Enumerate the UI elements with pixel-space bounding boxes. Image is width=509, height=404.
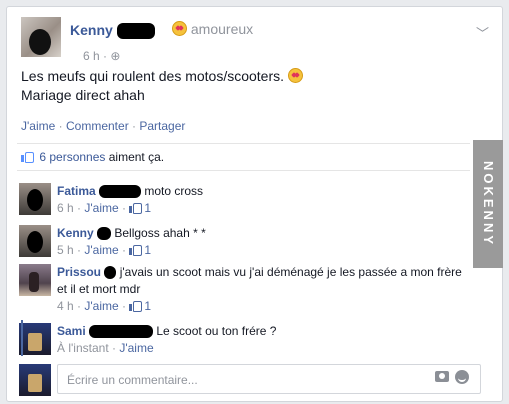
comment-like-count[interactable]: 1 [144, 201, 151, 215]
author-name[interactable]: Kenny [70, 22, 155, 40]
share-link[interactable]: Partager [139, 119, 185, 133]
redacted-name [97, 227, 112, 241]
comment-input[interactable]: Écrire un commentaire... [57, 364, 481, 394]
redacted-name [99, 185, 142, 199]
thumbs-up-icon [21, 150, 34, 163]
commenter-name[interactable]: Sami [57, 324, 86, 338]
like-link[interactable]: J'aime [21, 119, 55, 133]
post-text: Les meufs qui roulent des motos/scooters… [21, 67, 481, 105]
commenter-avatar[interactable] [19, 323, 51, 355]
comment-text: Le scoot ou ton frére ? [156, 324, 277, 338]
post-card: Kenny amoureux 6 h · ⊕ ﹀ Les meufs qui r… [6, 6, 503, 402]
globe-icon[interactable]: ⊕ [110, 49, 120, 63]
current-user-avatar [19, 364, 51, 396]
camera-icon[interactable] [435, 371, 449, 382]
dot-separator: · [103, 49, 108, 63]
likes-summary: 6 personnes aiment ça. [21, 150, 164, 164]
watermark: NOKENNY [473, 140, 503, 268]
redacted-name [104, 266, 117, 280]
comment-like-link[interactable]: J'aime [84, 201, 118, 215]
commenter-name[interactable]: Kenny [57, 226, 94, 240]
divider [17, 170, 470, 171]
comment-like-link[interactable]: J'aime [84, 243, 118, 257]
comment-text-line2: et il et mort mdr [57, 282, 141, 296]
redacted-name [116, 23, 155, 40]
emoji-icon[interactable] [455, 370, 469, 384]
commenter-name[interactable]: Prissou [57, 265, 101, 279]
commenter-avatar[interactable] [19, 183, 51, 215]
comment-like-count[interactable]: 1 [144, 299, 151, 313]
comment-text: Bellgoss ahah * * [114, 226, 206, 240]
commenter-avatar[interactable] [19, 225, 51, 257]
author-avatar[interactable] [21, 17, 61, 57]
comment-item: Sami Le scoot ou ton frére ? À l'instant… [19, 323, 479, 357]
comment-like-count[interactable]: 1 [144, 243, 151, 257]
chevron-down-icon[interactable]: ﹀ [476, 23, 489, 42]
post-meta: 6 h · ⊕ [83, 49, 120, 63]
post-text-line1: Les meufs qui roulent des motos/scooters… [21, 68, 285, 84]
comment-item: Fatima moto cross 6 h · J'aime · 1 [19, 183, 479, 217]
new-comment-indicator [21, 320, 23, 356]
in-love-emoji-icon [172, 21, 187, 36]
redacted-name [89, 325, 154, 339]
post-time[interactable]: 6 h [83, 49, 100, 63]
post-text-line2: Mariage direct ahah [21, 87, 145, 103]
commenter-avatar[interactable] [19, 264, 51, 296]
post-actions: J'aime · Commenter · Partager [21, 119, 186, 133]
thumbs-up-icon [129, 299, 143, 312]
comment-text-line1: j'avais un scoot mais vu j'ai déménagé j… [119, 265, 462, 279]
commenter-name[interactable]: Fatima [57, 184, 96, 198]
comment-composer: Écrire un commentaire... [19, 362, 481, 398]
comment-item: Kenny Bellgoss ahah * * 5 h · J'aime · 1 [19, 225, 479, 259]
comment-like-link[interactable]: J'aime [84, 299, 118, 313]
comment-text: moto cross [144, 184, 204, 198]
heart-eyes-emoji-icon [287, 68, 303, 83]
thumbs-up-icon [129, 201, 143, 214]
comment-item: Prissou j'avais un scoot mais vu j'ai dé… [19, 264, 479, 316]
likes-count-link[interactable]: 6 personnes [39, 150, 105, 164]
post-header: Kenny amoureux 6 h · ⊕ ﹀ [21, 17, 491, 63]
comment-like-link[interactable]: J'aime [119, 341, 153, 355]
divider [17, 143, 470, 144]
feeling-status: amoureux [172, 21, 253, 37]
thumbs-up-icon [129, 243, 143, 256]
comment-link[interactable]: Commenter [66, 119, 129, 133]
